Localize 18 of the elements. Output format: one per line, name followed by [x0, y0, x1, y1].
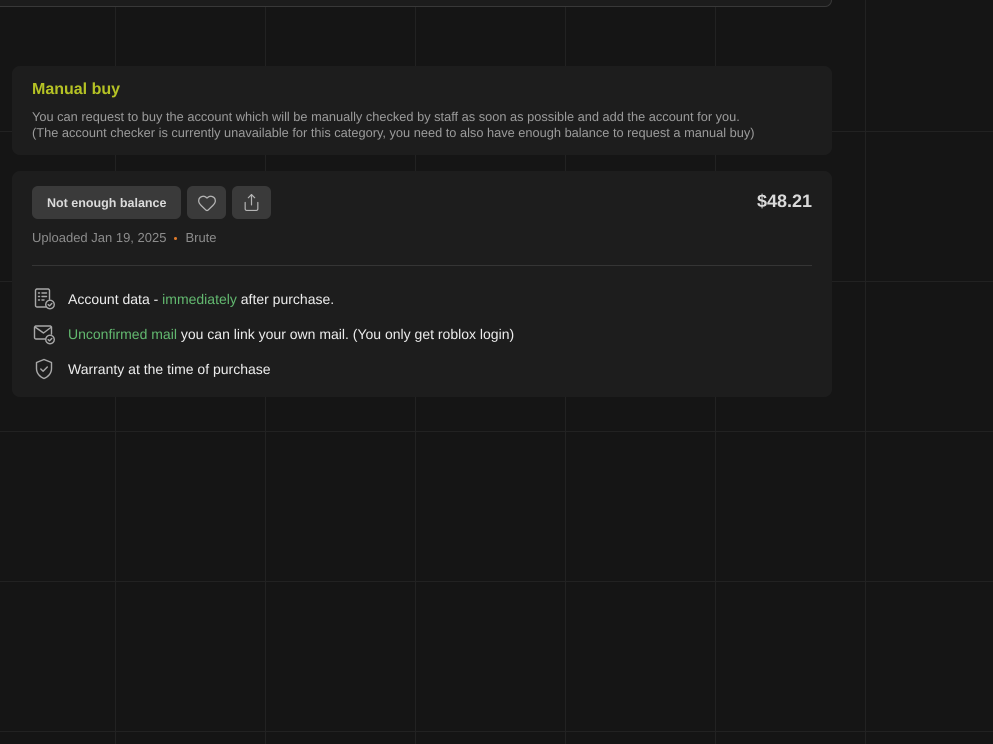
document-check-icon [33, 288, 55, 310]
heart-icon [196, 192, 217, 212]
mail-check-icon [33, 323, 55, 345]
seller-name: Brute [185, 230, 217, 246]
description-text: (The account checker is currently unavailable for this category, you need to also have enough balance to request a manual buy) [32, 125, 756, 141]
share-icon [242, 193, 262, 212]
upload-date: Uploaded Jan 19, 2025 [32, 230, 166, 246]
dot-icon [174, 236, 178, 240]
buy-button[interactable]: Not enough balance [32, 186, 182, 219]
favorite-button[interactable] [187, 186, 226, 219]
share-button[interactable] [232, 186, 272, 219]
description-text: You can request to buy the account which will be manually checked by staff as soon as possible and add the account for you. [32, 109, 741, 125]
card-title: Manual buy [32, 80, 122, 100]
feature-text: Warranty at the time of purchase [68, 360, 271, 379]
feature-text: Account data - immediately after purchase. [68, 290, 334, 309]
shield-check-icon [33, 358, 55, 380]
price: $48.21 [756, 190, 812, 212]
feature-text: Unconfirmed mail you can link your own mail. (You only get roblox login) [68, 325, 514, 344]
